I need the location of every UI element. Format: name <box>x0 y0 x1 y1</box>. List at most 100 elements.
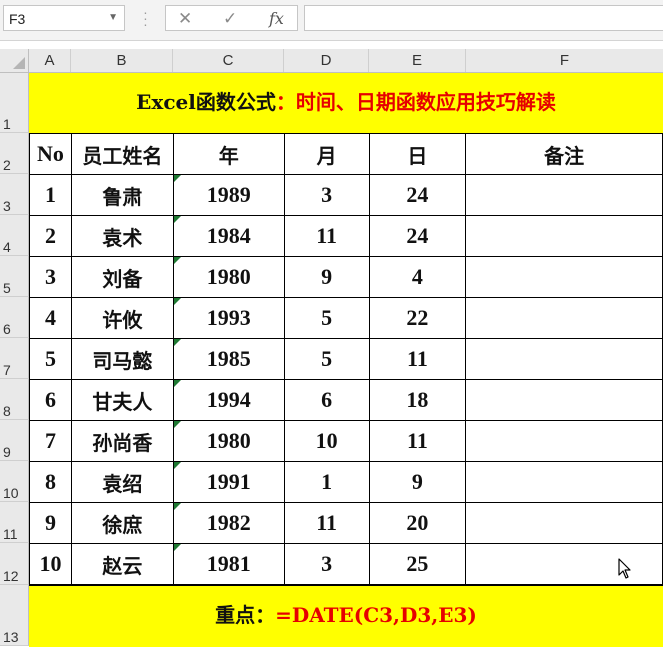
cell-no[interactable]: 6 <box>29 379 72 421</box>
cell-day[interactable]: 24 <box>368 174 467 216</box>
cell-year[interactable]: 1985 <box>172 338 285 380</box>
cell-name[interactable]: 孙尚香 <box>70 420 174 462</box>
cell-year[interactable]: 1994 <box>172 379 285 421</box>
chevron-down-icon[interactable]: ▼ <box>108 12 118 23</box>
cell-day[interactable]: 20 <box>368 502 467 544</box>
header-day[interactable]: 日 <box>368 133 467 175</box>
row-header-5[interactable]: 5 <box>0 256 29 297</box>
cell-no[interactable]: 1 <box>29 174 72 216</box>
row-number: 9 <box>3 444 11 460</box>
cell-month[interactable]: 5 <box>283 297 370 339</box>
cell-year[interactable]: 1993 <box>172 297 285 339</box>
row-header-8[interactable]: 8 <box>0 379 29 420</box>
name-box[interactable]: F3 ▼ <box>3 5 125 31</box>
cell-note[interactable] <box>465 338 663 380</box>
cell-name[interactable]: 徐庶 <box>70 502 174 544</box>
cell-name[interactable]: 司马懿 <box>70 338 174 380</box>
formula-note-cell[interactable]: 重点：=DATE(C3,D3,E3) <box>29 585 663 647</box>
row-header-10[interactable]: 10 <box>0 461 29 502</box>
cell-note[interactable] <box>465 256 663 298</box>
cell-name[interactable]: 刘备 <box>70 256 174 298</box>
cell-no[interactable]: 3 <box>29 256 72 298</box>
name-box-value: F3 <box>9 11 26 27</box>
row-header-2[interactable]: 2 <box>0 133 29 174</box>
cell-no[interactable]: 9 <box>29 502 72 544</box>
cell-no[interactable]: 8 <box>29 461 72 503</box>
cell-year[interactable]: 1991 <box>172 461 285 503</box>
cell-month[interactable]: 1 <box>283 461 370 503</box>
column-header-d[interactable]: D <box>284 49 369 72</box>
row-header-1[interactable]: 1 <box>0 73 29 133</box>
fx-icon[interactable]: fx <box>269 9 284 28</box>
formula-input[interactable] <box>304 5 663 31</box>
cell-year[interactable]: 1989 <box>172 174 285 216</box>
cell-year[interactable]: 1984 <box>172 215 285 257</box>
cell-no[interactable]: 2 <box>29 215 72 257</box>
column-header-e[interactable]: E <box>369 49 466 72</box>
cell-day[interactable]: 25 <box>368 543 467 585</box>
header-no[interactable]: No <box>29 133 72 175</box>
cell-no[interactable]: 4 <box>29 297 72 339</box>
table-row: 8 袁绍 1991 1 9 <box>29 461 663 503</box>
row-header-11[interactable]: 11 <box>0 502 29 543</box>
header-name[interactable]: 员工姓名 <box>70 133 174 175</box>
header-year[interactable]: 年 <box>172 133 285 175</box>
cell-name[interactable]: 鲁肃 <box>70 174 174 216</box>
cell-year[interactable]: 1982 <box>172 502 285 544</box>
row-header-7[interactable]: 7 <box>0 338 29 379</box>
close-icon[interactable]: ✕ <box>178 9 192 29</box>
row-header-12[interactable]: 12 <box>0 543 29 585</box>
check-icon[interactable]: ✓ <box>223 9 237 29</box>
cell-note[interactable] <box>465 461 663 503</box>
cell-note[interactable] <box>465 502 663 544</box>
row-header-6[interactable]: 6 <box>0 297 29 338</box>
cell-year[interactable]: 1981 <box>172 543 285 585</box>
cell-month[interactable]: 11 <box>283 502 370 544</box>
cell-day[interactable]: 9 <box>368 461 467 503</box>
header-month[interactable]: 月 <box>283 133 370 175</box>
row-header-9[interactable]: 9 <box>0 420 29 461</box>
title-cell[interactable]: Excel函数公式：时间、日期函数应用技巧解读 <box>29 73 663 134</box>
cell-name[interactable]: 甘夫人 <box>70 379 174 421</box>
column-header-f[interactable]: F <box>466 49 663 72</box>
cell-no[interactable]: 10 <box>29 543 72 585</box>
cell-month[interactable]: 3 <box>283 174 370 216</box>
cell-day[interactable]: 11 <box>368 420 467 462</box>
cell-note[interactable] <box>465 174 663 216</box>
cell-year[interactable]: 1980 <box>172 256 285 298</box>
cell-month[interactable]: 11 <box>283 215 370 257</box>
row-header-3[interactable]: 3 <box>0 174 29 215</box>
cell-note[interactable] <box>465 379 663 421</box>
cell-day[interactable]: 24 <box>368 215 467 257</box>
cell-month[interactable]: 5 <box>283 338 370 380</box>
cell-day[interactable]: 18 <box>368 379 467 421</box>
cell-name[interactable]: 袁绍 <box>70 461 174 503</box>
row-number: 5 <box>3 280 11 296</box>
cell-name[interactable]: 许攸 <box>70 297 174 339</box>
cell-month[interactable]: 3 <box>283 543 370 585</box>
header-note[interactable]: 备注 <box>465 133 663 175</box>
cell-note[interactable] <box>465 297 663 339</box>
column-header-c[interactable]: C <box>173 49 284 72</box>
footer-formula: =DATE(C3,D3,E3) <box>275 603 477 627</box>
cell-year[interactable]: 1980 <box>172 420 285 462</box>
cell-day[interactable]: 11 <box>368 338 467 380</box>
cell-month[interactable]: 9 <box>283 256 370 298</box>
row-number: 11 <box>3 526 18 542</box>
cell-note[interactable] <box>465 215 663 257</box>
column-header-a[interactable]: A <box>29 49 71 72</box>
cell-no[interactable]: 5 <box>29 338 72 380</box>
cell-month[interactable]: 6 <box>283 379 370 421</box>
drag-handle-icon[interactable]: · · · <box>142 5 148 31</box>
select-all-button[interactable] <box>0 49 29 72</box>
cell-name[interactable]: 袁术 <box>70 215 174 257</box>
cell-day[interactable]: 22 <box>368 297 467 339</box>
cell-day[interactable]: 4 <box>368 256 467 298</box>
column-header-b[interactable]: B <box>71 49 173 72</box>
cell-name[interactable]: 赵云 <box>70 543 174 585</box>
cell-no[interactable]: 7 <box>29 420 72 462</box>
cell-note[interactable] <box>465 420 663 462</box>
row-header-13[interactable]: 13 <box>0 585 29 646</box>
row-header-4[interactable]: 4 <box>0 215 29 256</box>
cell-month[interactable]: 10 <box>283 420 370 462</box>
